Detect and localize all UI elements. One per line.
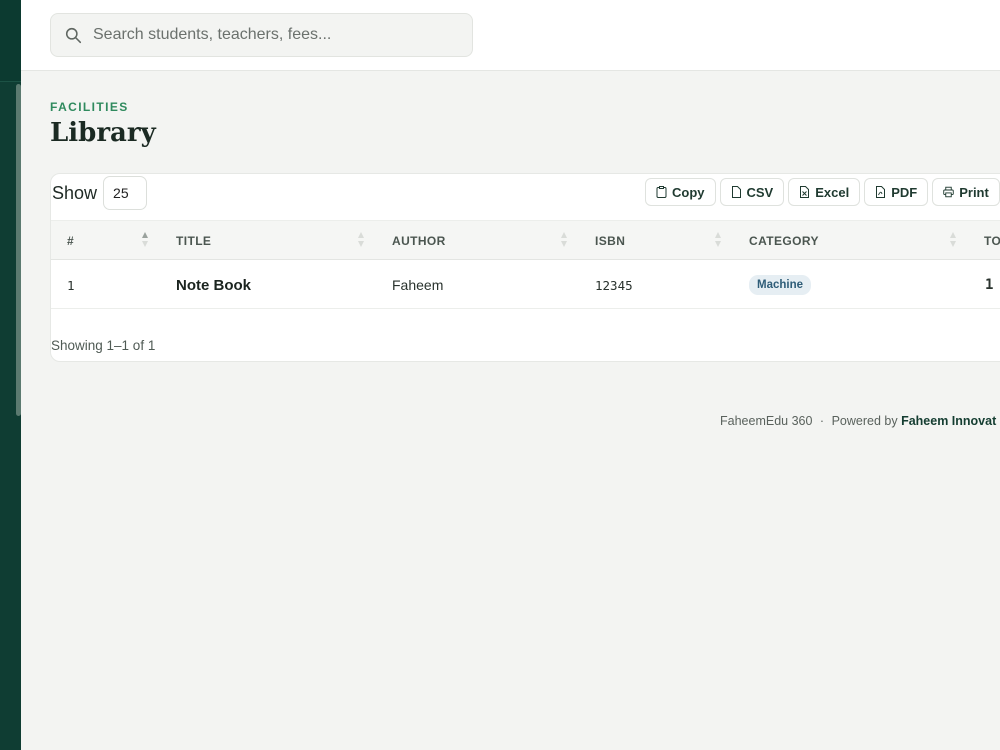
pdf-label: PDF bbox=[891, 184, 918, 200]
page-size-control: Show 25 bbox=[51, 176, 148, 210]
show-label: Show bbox=[52, 182, 98, 203]
column-header-category[interactable]: CATEGORY bbox=[749, 221, 819, 261]
copy-label: Copy bbox=[672, 184, 705, 200]
excel-label: Excel bbox=[815, 184, 850, 200]
search-input[interactable] bbox=[93, 26, 453, 44]
table-row[interactable]: 1 Note Book Faheem 12345 Machine 1 bbox=[51, 261, 1000, 309]
cell-total: 1 bbox=[985, 277, 994, 293]
clipboard-icon bbox=[656, 186, 667, 198]
cell-category: Machine bbox=[749, 261, 812, 309]
excel-file-icon bbox=[800, 186, 810, 198]
category-badge: Machine bbox=[749, 275, 812, 295]
print-button[interactable]: Print bbox=[932, 178, 1000, 206]
footer-powered-by: Powered by bbox=[831, 414, 898, 428]
pagination-info: Showing 1–1 of 1 bbox=[51, 338, 156, 353]
sort-arrows-icon bbox=[142, 232, 149, 250]
cell-isbn: 12345 bbox=[595, 277, 633, 293]
page-title: Library bbox=[50, 118, 156, 148]
library-table-card: Show 25 Copy CSV Excel PDF Print # TITLE… bbox=[50, 173, 1000, 362]
print-label: Print bbox=[959, 184, 989, 200]
top-bar bbox=[21, 0, 1000, 71]
page-size-select[interactable]: 25 bbox=[103, 176, 148, 210]
sort-arrows-icon bbox=[561, 232, 568, 250]
sidebar-scrollbar[interactable] bbox=[16, 84, 21, 416]
footer-company-link[interactable]: Faheem Innovat bbox=[901, 414, 996, 428]
excel-button[interactable]: Excel bbox=[788, 178, 861, 206]
sort-arrows-icon bbox=[950, 232, 957, 250]
column-header-total[interactable]: TO bbox=[984, 221, 1000, 261]
sort-arrows-icon bbox=[358, 232, 365, 250]
csv-button[interactable]: CSV bbox=[719, 178, 785, 206]
column-header-number[interactable]: # bbox=[67, 221, 74, 261]
csv-label: CSV bbox=[746, 184, 774, 200]
copy-button[interactable]: Copy bbox=[645, 178, 716, 206]
sidebar-brand-area bbox=[0, 0, 21, 82]
cell-number: 1 bbox=[67, 277, 75, 293]
sort-arrows-icon bbox=[715, 232, 722, 250]
search-box[interactable] bbox=[50, 13, 473, 57]
pdf-button[interactable]: PDF bbox=[864, 178, 929, 206]
column-header-isbn[interactable]: ISBN bbox=[595, 221, 625, 261]
column-header-title[interactable]: TITLE bbox=[176, 221, 211, 261]
page-footer: FaheemEdu 360 · Powered by Faheem Innova… bbox=[720, 414, 996, 428]
cell-title: Note Book bbox=[176, 276, 251, 294]
cell-author: Faheem bbox=[392, 277, 444, 293]
search-icon bbox=[65, 27, 82, 43]
table-header: # TITLE AUTHOR ISBN CATEGORY TO bbox=[51, 220, 1000, 260]
column-header-author[interactable]: AUTHOR bbox=[392, 221, 446, 261]
file-icon bbox=[731, 186, 741, 198]
sidebar bbox=[0, 0, 21, 750]
printer-icon bbox=[943, 186, 954, 198]
section-eyebrow: FACILITIES bbox=[50, 100, 129, 114]
footer-separator: · bbox=[819, 414, 825, 428]
pdf-file-icon bbox=[876, 186, 886, 198]
export-buttons: Copy CSV Excel PDF Print bbox=[645, 178, 1000, 206]
footer-product: FaheemEdu 360 bbox=[720, 414, 813, 428]
